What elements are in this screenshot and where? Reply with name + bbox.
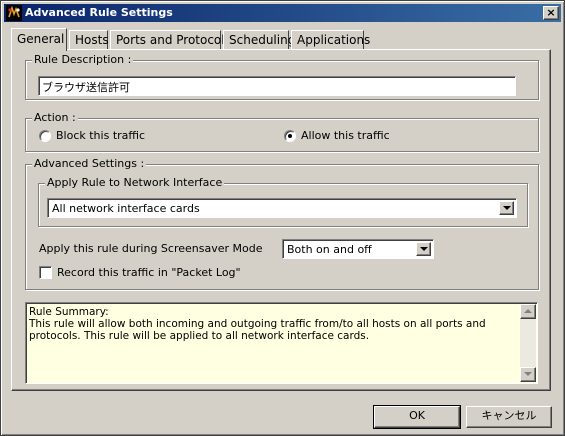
tab-ports-and-protocols[interactable]: Ports and Protocols	[110, 30, 231, 50]
ok-button[interactable]: OK	[373, 405, 461, 429]
allow-traffic-label[interactable]: Allow this traffic	[301, 129, 390, 142]
network-interface-select[interactable]: All network interface cards	[47, 198, 517, 218]
tab-general[interactable]: General	[11, 28, 67, 51]
rule-summary-box[interactable]: Rule Summary: This rule will allow both …	[25, 302, 538, 384]
chevron-down-icon[interactable]	[499, 201, 514, 215]
rule-summary-heading: Rule Summary:	[29, 306, 109, 318]
scroll-up-icon[interactable]	[520, 304, 536, 319]
block-traffic-radio[interactable]	[39, 130, 51, 142]
screensaver-mode-label: Apply this rule during Screensaver Mode	[39, 242, 263, 255]
chevron-down-icon[interactable]	[416, 242, 431, 256]
title-bar[interactable]: Advanced Rule Settings ×	[4, 4, 561, 22]
rule-summary-line: protocols. This rule will be applied to …	[29, 330, 370, 342]
tab-applications[interactable]: Applications	[291, 30, 370, 50]
close-button[interactable]: ×	[543, 6, 559, 20]
rule-summary-text: Rule Summary: This rule will allow both …	[29, 306, 519, 342]
allow-traffic-radio[interactable]	[284, 130, 296, 142]
close-icon: ×	[546, 6, 556, 19]
tab-hosts[interactable]: Hosts	[69, 30, 109, 50]
tab-scheduling[interactable]: Scheduling	[223, 30, 295, 50]
rule-summary-line: This rule will allow both incoming and o…	[29, 318, 486, 330]
packet-log-checkbox[interactable]	[39, 266, 52, 279]
packet-log-label[interactable]: Record this traffic in "Packet Log"	[57, 266, 241, 279]
rule-description-group: Rule Description : ブラウザ送信許可	[25, 53, 539, 100]
general-tab-panel: Rule Description : ブラウザ送信許可 Action : Blo…	[11, 49, 551, 391]
advanced-settings-group: Advanced Settings : Apply Rule to Networ…	[25, 157, 539, 290]
screensaver-mode-select[interactable]: Both on and off	[282, 239, 434, 259]
summary-scrollbar[interactable]	[520, 304, 536, 382]
network-interface-group: Apply Rule to Network Interface All netw…	[38, 176, 528, 227]
scroll-down-icon[interactable]	[520, 367, 536, 382]
screensaver-mode-value: Both on and off	[287, 243, 372, 256]
action-legend: Action :	[32, 111, 78, 124]
app-icon	[6, 5, 22, 21]
action-group: Action : Block this traffic Allow this t…	[25, 111, 539, 152]
network-interface-value: All network interface cards	[52, 202, 200, 215]
block-traffic-label[interactable]: Block this traffic	[56, 129, 145, 142]
cancel-button[interactable]: キャンセル	[466, 406, 552, 428]
advanced-settings-legend: Advanced Settings :	[32, 157, 147, 170]
rule-description-input[interactable]: ブラウザ送信許可	[38, 76, 516, 96]
advanced-rule-settings-dialog: Advanced Rule Settings × General Hosts P…	[0, 0, 565, 436]
rule-description-legend: Rule Description :	[32, 53, 134, 66]
window-title: Advanced Rule Settings	[25, 6, 173, 19]
network-interface-legend: Apply Rule to Network Interface	[45, 176, 225, 189]
